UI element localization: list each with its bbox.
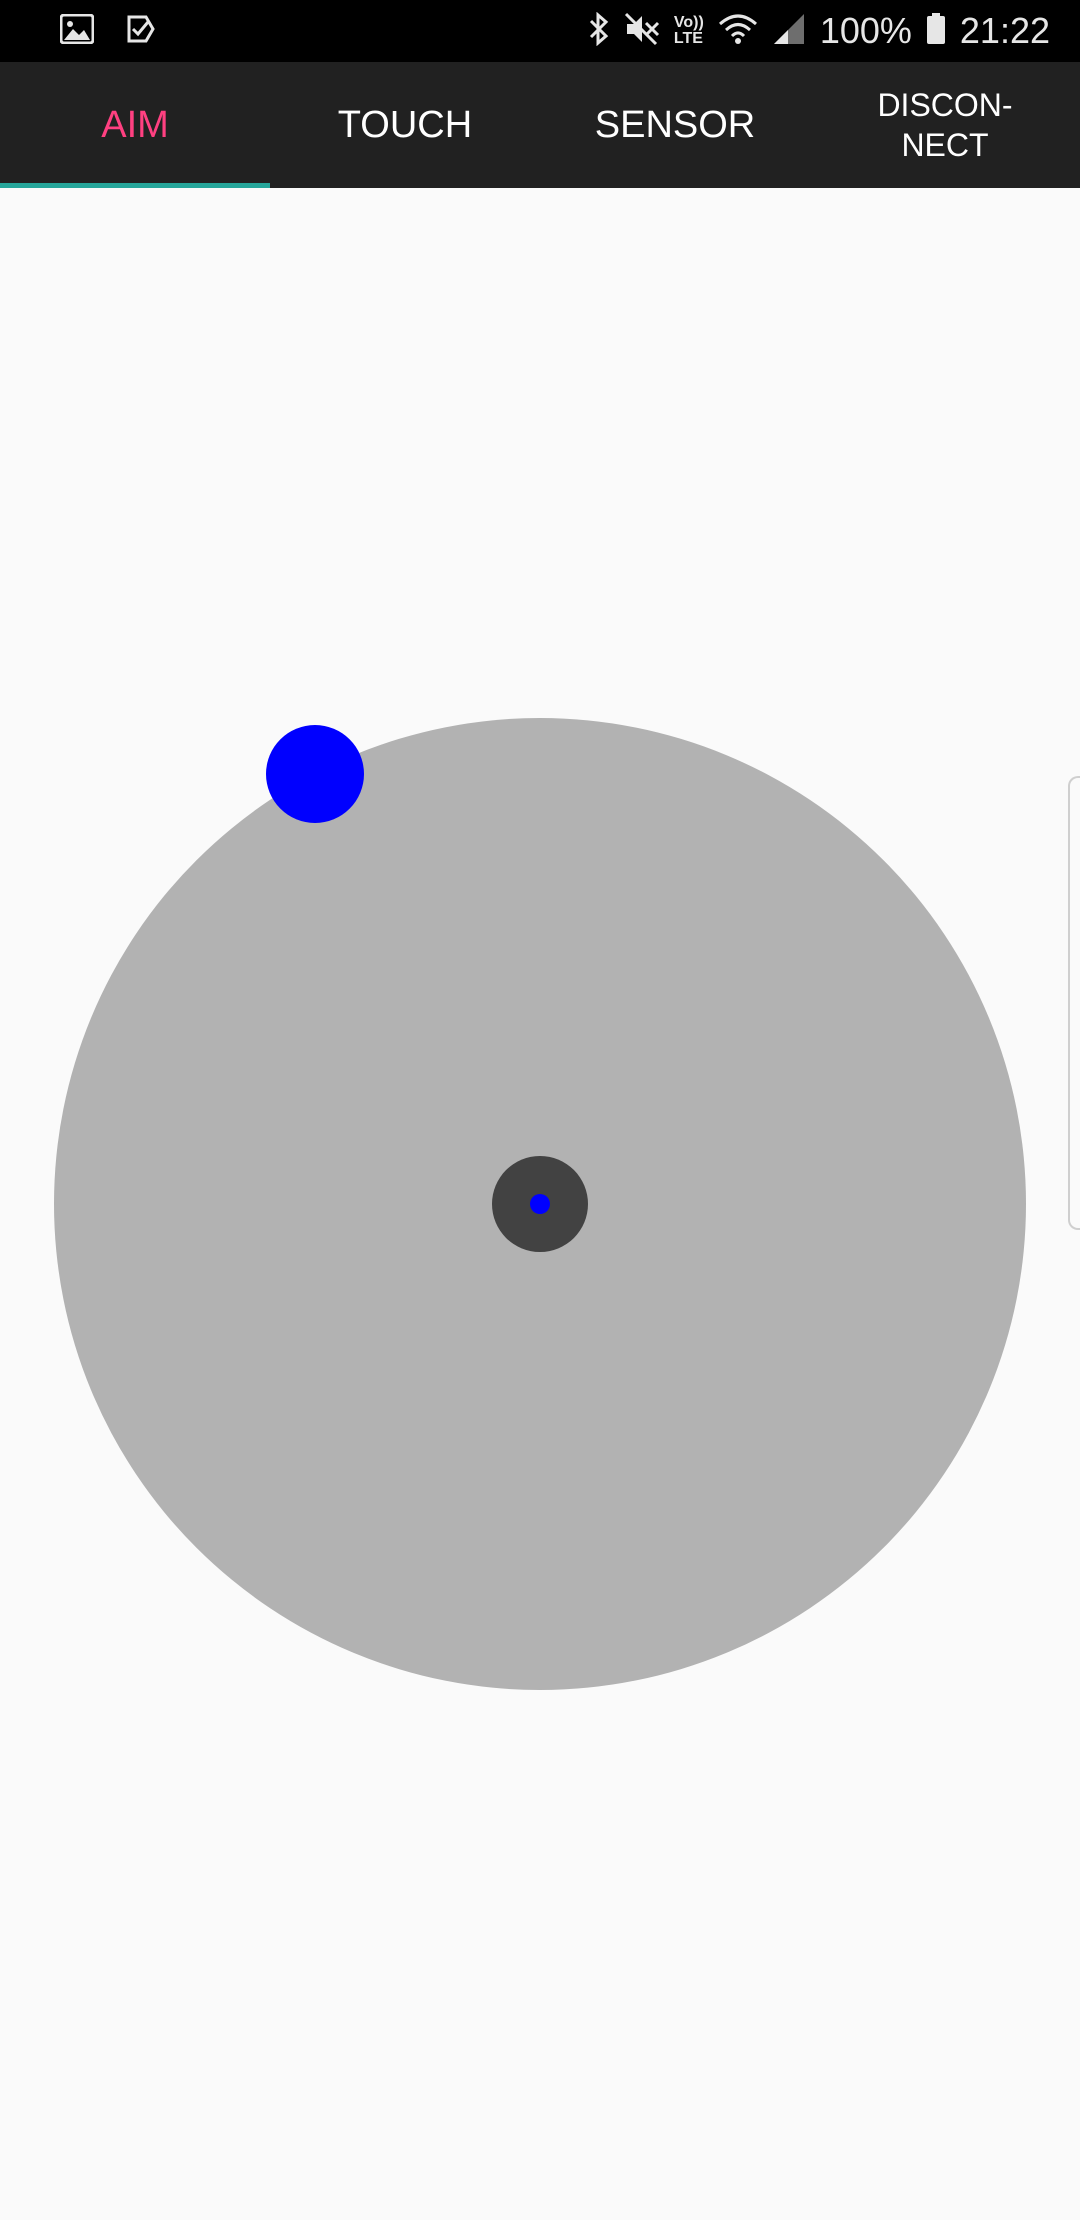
tab-sensor-label: SENSOR — [594, 103, 756, 146]
battery-percent: 100% — [819, 10, 912, 51]
wifi-icon — [718, 12, 758, 51]
edge-panel-handle[interactable] — [1068, 776, 1080, 1230]
aim-center-dot — [530, 1194, 550, 1214]
tab-disconnect[interactable]: DISCON- NECT — [810, 62, 1080, 188]
status-bar: Vo)) LTE 100% 21:22 — [0, 0, 1080, 62]
aim-joystick-knob[interactable] — [266, 725, 364, 823]
mute-icon — [624, 12, 660, 51]
tab-touch[interactable]: TOUCH — [270, 62, 540, 188]
image-icon — [59, 13, 95, 49]
battery-icon — [926, 12, 946, 50]
tab-aim[interactable]: AIM — [0, 62, 270, 188]
tab-sensor[interactable]: SENSOR — [540, 62, 810, 188]
tab-disconnect-label: DISCON- NECT — [877, 87, 1013, 163]
volte-icon: Vo)) LTE — [673, 14, 704, 47]
status-right-icons: Vo)) LTE 100% 21:22 — [588, 8, 1050, 54]
signal-icon — [772, 12, 806, 51]
bluetooth-icon — [588, 11, 610, 51]
task-check-icon — [126, 14, 156, 49]
status-left-icons — [59, 13, 156, 49]
clock: 21:22 — [959, 10, 1050, 51]
tab-bar: AIM TOUCH SENSOR DISCON- NECT — [0, 62, 1080, 188]
tab-aim-label: AIM — [101, 103, 169, 146]
tab-touch-label: TOUCH — [337, 103, 473, 146]
